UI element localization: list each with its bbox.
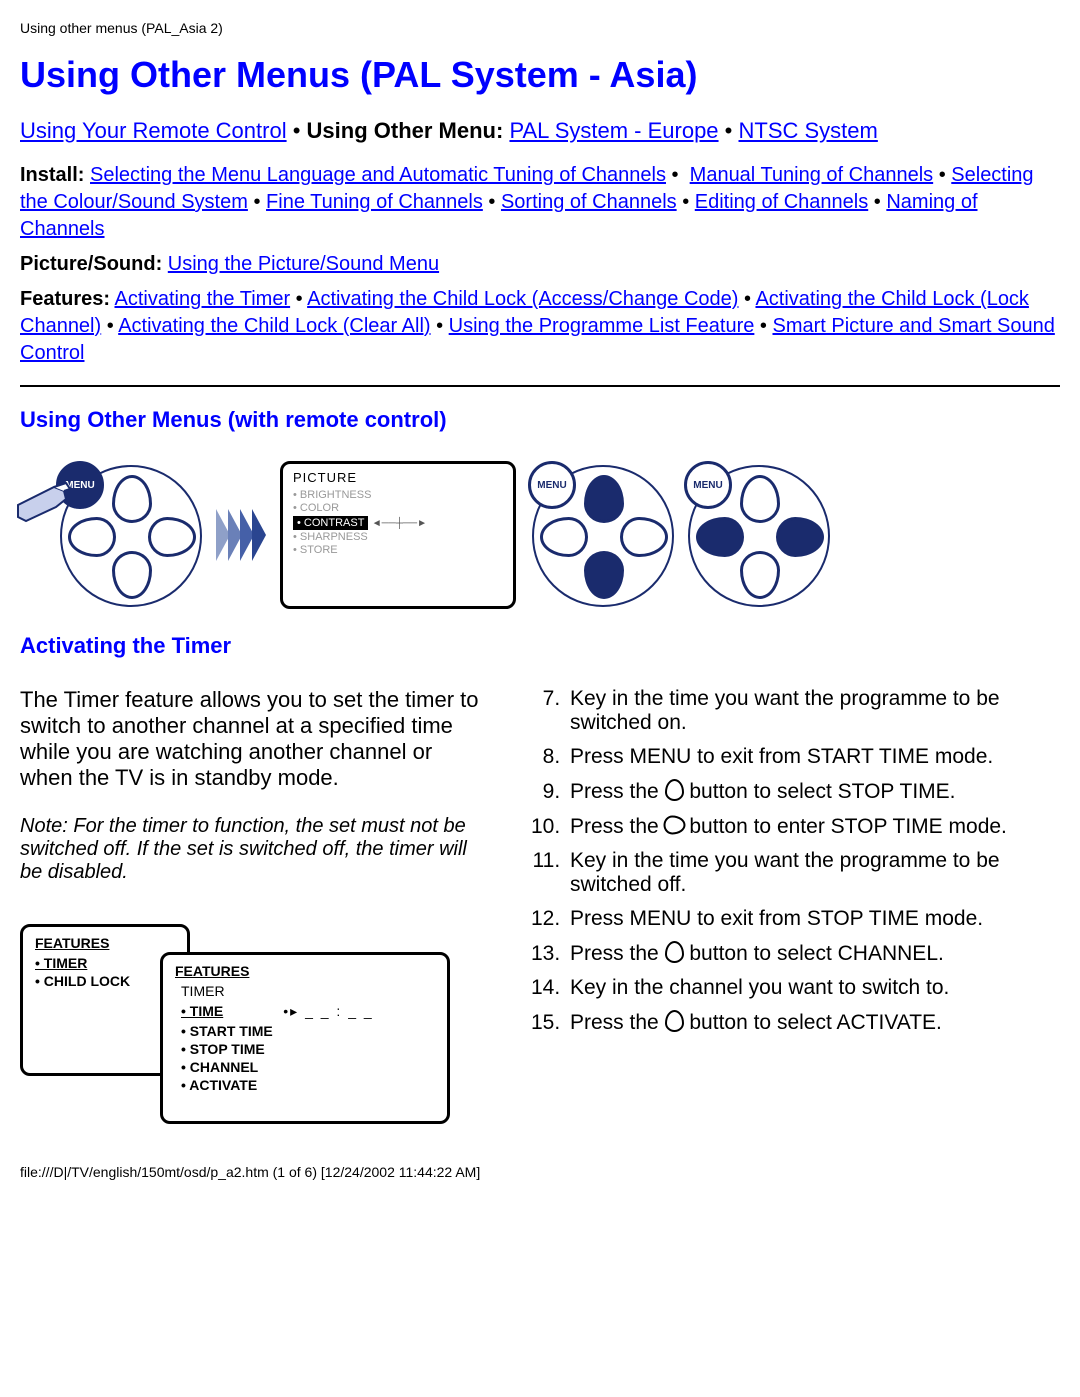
link-pal-europe[interactable]: PAL System - Europe: [509, 118, 718, 143]
step-9: Press the button to select STOP TIME.: [566, 779, 1030, 804]
panel-title: FEATURES: [35, 935, 175, 951]
panel-item: • STOP TIME: [181, 1041, 435, 1057]
osd-title: PICTURE: [293, 470, 503, 485]
osd-item: • SHARPNESS: [293, 531, 503, 543]
down-button-icon: [665, 779, 684, 801]
panel-item: • START TIME: [181, 1023, 435, 1039]
diagram-row: MENU PICTURE • BRIGHTNESS • COLOR • CONT…: [20, 461, 1060, 609]
separator: •: [293, 118, 307, 143]
right-button-icon: [663, 816, 685, 835]
panel-item: • TIMER: [35, 955, 175, 971]
column-right: Key in the time you want the programme t…: [530, 687, 1030, 1104]
osd-panel-timer: FEATURES TIMER • TIME •▸ _ _ : _ _ • STA…: [160, 952, 450, 1124]
link-feat-1[interactable]: Activating the Child Lock (Access/Change…: [307, 288, 738, 310]
section-timer-heading: Activating the Timer: [20, 633, 1060, 659]
step-8: Press MENU to exit from START TIME mode.: [566, 745, 1030, 769]
remote-pad-updown: MENU: [532, 465, 672, 605]
section-remote-heading: Using Other Menus (with remote control): [20, 407, 1060, 433]
remote-pad-press-menu: MENU: [60, 465, 200, 605]
link-picsound[interactable]: Using the Picture/Sound Menu: [168, 253, 439, 275]
footer-path: file:///D|/TV/english/150mt/osd/p_a2.htm…: [20, 1164, 1060, 1180]
link-install-0[interactable]: Selecting the Menu Language and Automati…: [90, 164, 666, 186]
features-osd-diagram: FEATURES • TIMER • CHILD LOCK FEATURES T…: [20, 924, 490, 1104]
label-using-other-menu: Using Other Menu:: [307, 118, 504, 143]
panel-item: • TIME: [181, 1003, 223, 1019]
label-install: Install:: [20, 164, 84, 186]
chevron-right-icon: [216, 509, 264, 561]
down-button-icon: [665, 1010, 684, 1032]
menu-button-icon: MENU: [528, 461, 576, 509]
menu-button-icon: MENU: [684, 461, 732, 509]
panel-item: • CHANNEL: [181, 1059, 435, 1075]
nav-features: Features: Activating the Timer • Activat…: [20, 286, 1060, 367]
step-13: Press the button to select CHANNEL.: [566, 941, 1030, 966]
step-15: Press the button to select ACTIVATE.: [566, 1010, 1030, 1035]
step-7: Key in the time you want the programme t…: [566, 687, 1030, 735]
nav-install: Install: Selecting the Menu Language and…: [20, 162, 1060, 243]
nav-picsound: Picture/Sound: Using the Picture/Sound M…: [20, 251, 1060, 278]
page-title: Using Other Menus (PAL System - Asia): [20, 54, 1060, 96]
link-ntsc[interactable]: NTSC System: [739, 118, 878, 143]
label-picsound: Picture/Sound:: [20, 253, 162, 275]
link-install-1[interactable]: Manual Tuning of Channels: [690, 164, 934, 186]
osd-item: • COLOR: [293, 502, 503, 514]
link-install-4[interactable]: Sorting of Channels: [501, 191, 677, 213]
osd-item: • STORE: [293, 544, 503, 556]
finger-icon: [16, 477, 76, 527]
osd-picture-menu: PICTURE • BRIGHTNESS • COLOR • CONTRAST …: [280, 461, 516, 609]
step-10: Press the button to enter STOP TIME mode…: [566, 814, 1030, 839]
panel-item: • ACTIVATE: [181, 1077, 435, 1093]
panel-title: FEATURES: [175, 963, 435, 979]
time-placeholder: •▸ _ _ : _ _: [283, 1003, 373, 1020]
steps-list: Key in the time you want the programme t…: [530, 687, 1030, 1035]
link-feat-3[interactable]: Activating the Child Lock (Clear All): [118, 315, 430, 337]
step-11: Key in the time you want the programme t…: [566, 849, 1030, 897]
panel-item: • CHILD LOCK: [35, 973, 175, 989]
column-left: The Timer feature allows you to set the …: [20, 687, 490, 1104]
osd-item: • BRIGHTNESS: [293, 489, 503, 501]
nav-top: Using Your Remote Control • Using Other …: [20, 118, 1060, 144]
timer-note: Note: For the timer to function, the set…: [20, 815, 490, 884]
down-button-icon: [665, 941, 684, 963]
link-install-3[interactable]: Fine Tuning of Channels: [266, 191, 483, 213]
link-install-5[interactable]: Editing of Channels: [695, 191, 868, 213]
osd-highlight: • CONTRAST: [293, 516, 368, 530]
link-remote-control[interactable]: Using Your Remote Control: [20, 118, 287, 143]
step-14: Key in the channel you want to switch to…: [566, 976, 1030, 1000]
header-path: Using other menus (PAL_Asia 2): [20, 20, 1060, 36]
separator: •: [725, 118, 739, 143]
label-features: Features:: [20, 288, 110, 310]
panel-subtitle: TIMER: [181, 983, 435, 999]
link-feat-4[interactable]: Using the Programme List Feature: [449, 315, 755, 337]
timer-intro: The Timer feature allows you to set the …: [20, 687, 490, 791]
link-feat-0[interactable]: Activating the Timer: [114, 288, 290, 310]
step-12: Press MENU to exit from STOP TIME mode.: [566, 907, 1030, 931]
two-column-layout: The Timer feature allows you to set the …: [20, 687, 1060, 1104]
divider: [20, 385, 1060, 387]
remote-pad-leftright: MENU: [688, 465, 828, 605]
